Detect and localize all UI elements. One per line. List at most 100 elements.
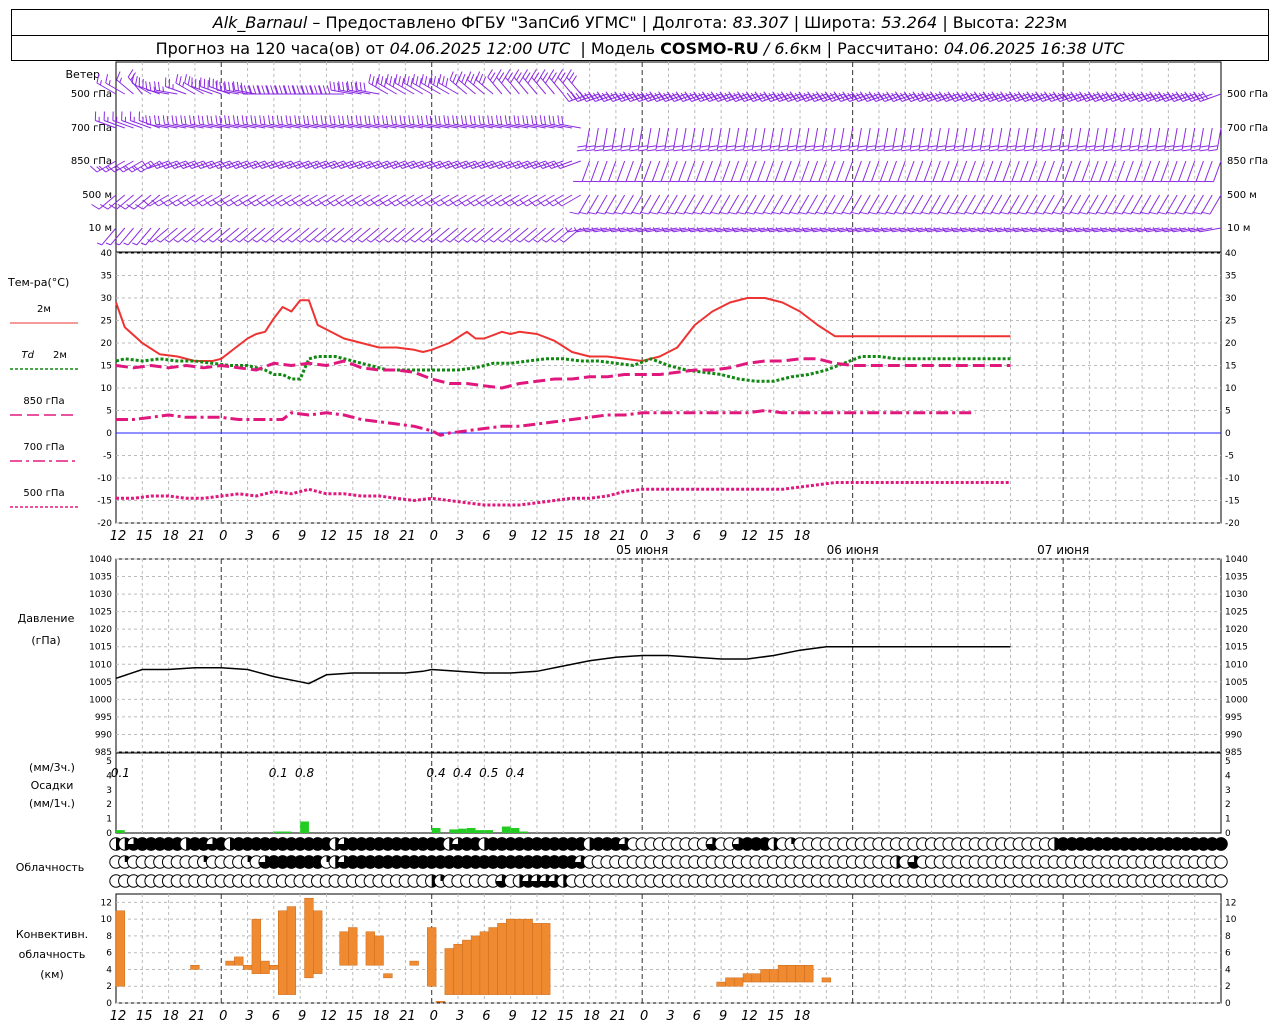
precip-ytick-right: 5 [1225, 757, 1231, 767]
wind-barb-feather [224, 115, 227, 125]
wind-barb-half-feather [661, 227, 665, 233]
conv-cloud-bar [786, 965, 796, 983]
hour-label-mid: 12 [110, 529, 127, 544]
wind-barb-half-feather [775, 227, 779, 233]
wind-barb-feather [594, 149, 604, 152]
wind-barb-feather [557, 115, 560, 125]
wind-barb-feather [412, 115, 415, 125]
wind-barb-feather [1164, 149, 1174, 152]
wind-barb-half-feather [600, 227, 604, 233]
precip-bar [458, 828, 467, 833]
hour-label-mid: 18 [373, 529, 390, 544]
wind-barb-half-feather [348, 239, 354, 243]
precip-bar [519, 831, 529, 833]
wind-barb-staff [928, 194, 941, 215]
ytick-right-temp: 10 [1225, 384, 1237, 394]
ytick-right-temp: 0 [1225, 429, 1231, 439]
wind-barb-feather [1122, 211, 1132, 215]
wind-barb-feather [841, 211, 851, 215]
wind-barb-feather [355, 115, 358, 125]
conv-title-unit: (км) [40, 968, 64, 981]
conv-cloud-bar [725, 977, 735, 987]
conv-cloud-bar [734, 977, 744, 987]
conv-cloud-bar [462, 939, 472, 995]
wind-barb-staff [867, 194, 880, 215]
wind-barb-staff [964, 194, 976, 215]
wind-barb-staff [136, 227, 152, 246]
wind-barb-feather [1130, 211, 1140, 215]
wind-barb-feather [823, 145, 833, 148]
wind-barb-half-feather [1038, 227, 1042, 233]
wind-barb-feather [431, 199, 440, 207]
wind-barb-feather [936, 149, 946, 152]
wind-barb-feather [1051, 145, 1061, 148]
wind-barb-feather [1147, 145, 1157, 148]
wind-barb-half-feather [722, 227, 727, 233]
wind-barb-half-feather [977, 227, 981, 233]
wind-barb-half-feather [810, 227, 814, 233]
wind-barb-staff [762, 194, 775, 215]
wind-barb-feather [621, 145, 631, 148]
hour-label-bottom: 3 [245, 1009, 253, 1024]
wind-barb-staff [779, 194, 792, 215]
wind-barb-feather [363, 82, 366, 92]
wind-barb-feather [585, 149, 595, 152]
wind-barb-half-feather [1152, 227, 1156, 233]
wind-barb-staff [783, 160, 792, 182]
ytick-left-temp: 30 [101, 294, 113, 304]
wind-barb-half-feather [1143, 227, 1148, 233]
wind-barb-half-feather [515, 239, 521, 243]
hour-label-mid: 15 [347, 529, 364, 544]
conv-cloud-bar [277, 910, 288, 995]
hour-label-mid: 12 [320, 529, 337, 544]
pressure-title: Давление [18, 612, 75, 625]
wind-barb-feather [398, 76, 401, 86]
conv-cloud-bar [190, 965, 200, 970]
wind-barb-feather [241, 115, 244, 125]
wind-barb-staff [692, 194, 705, 215]
wind-barb-feather [177, 199, 185, 207]
ytick-right-pressure: 990 [1225, 730, 1242, 740]
wind-barb-staff [581, 160, 591, 182]
ytick-left-temp: 35 [101, 272, 112, 282]
wind-barb-staff [735, 194, 748, 215]
ytick-right-temp: -20 [1225, 519, 1240, 529]
hour-label-bottom: 9 [509, 1009, 517, 1024]
wind-barb-feather [495, 115, 499, 125]
wind-barb-staff [1034, 194, 1047, 215]
wind-barb-feather [491, 115, 494, 125]
wind-barb-feather [1076, 149, 1086, 152]
wind-barb-half-feather [489, 239, 495, 243]
pressure-unit: (гПа) [31, 634, 60, 647]
wind-barb-feather [682, 149, 692, 152]
hour-label-bottom: 9 [719, 1009, 727, 1024]
wind-barb-feather [990, 211, 1000, 215]
wind-barb-feather [157, 81, 161, 91]
wind-barb-feather [467, 199, 475, 207]
wind-barb-feather [502, 199, 510, 207]
wind-barb-staff [1174, 194, 1187, 215]
wind-barb-feather [186, 199, 194, 207]
wind-barb-staff [1200, 93, 1222, 102]
wind-barb-feather [578, 211, 588, 215]
precip-bar [300, 821, 309, 833]
wind-barb-feather [638, 145, 648, 148]
wind-barb-feather [449, 199, 457, 207]
ytick-right-pressure: 1020 [1225, 625, 1248, 635]
day-label: 06 июня [827, 543, 879, 557]
wind-barb-half-feather [845, 227, 849, 233]
wind-barb-half-feather [1056, 227, 1060, 233]
wind-barb-feather [901, 149, 911, 152]
ytick-left-temp: 40 [101, 249, 113, 259]
wind-barb-half-feather [199, 239, 205, 243]
wind-barb-feather [267, 115, 271, 125]
wind-barb-feather [780, 211, 790, 215]
wind-barb-feather [228, 81, 231, 91]
wind-barb-feather [683, 211, 693, 215]
wind-barb-feather [570, 91, 577, 100]
wind-barb-feather [175, 115, 178, 125]
wind-barb-feather [726, 145, 736, 148]
wind-barb-staff [1090, 160, 1099, 182]
wind-barb-half-feather [670, 227, 674, 233]
wind-barb-feather [594, 145, 605, 148]
